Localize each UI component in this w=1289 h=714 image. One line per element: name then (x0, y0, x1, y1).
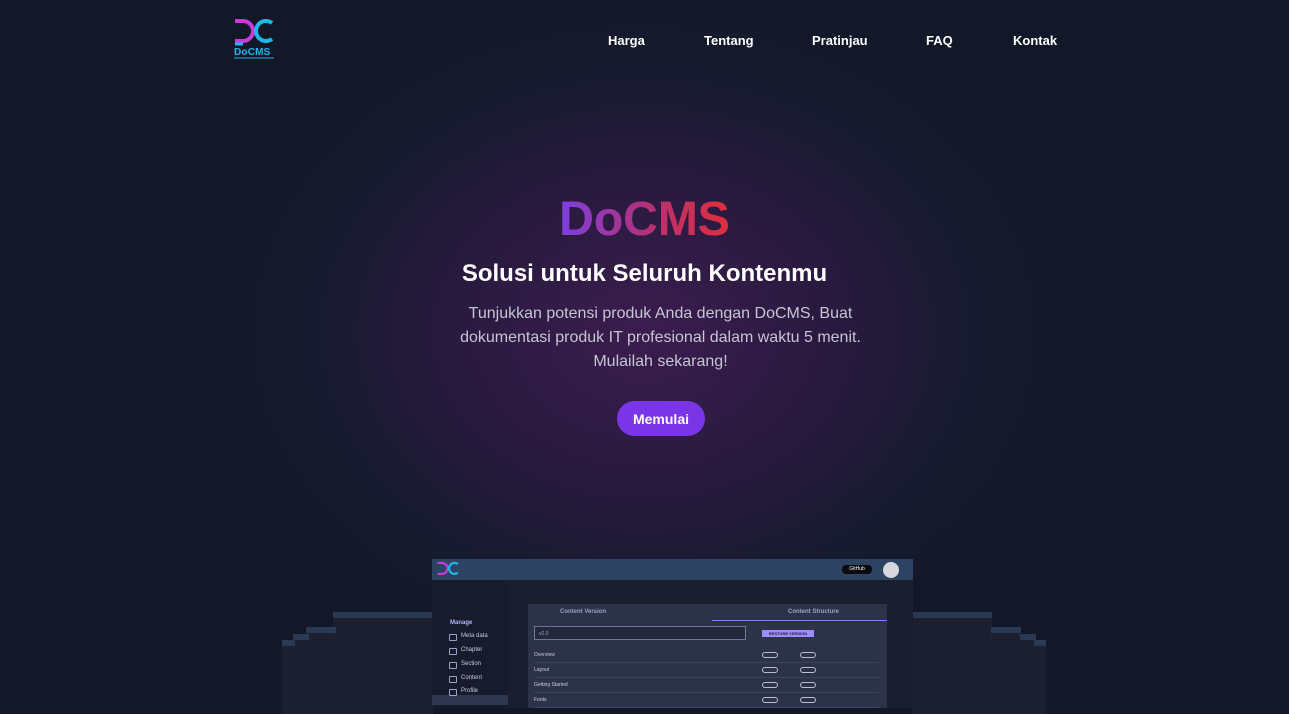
preview-row-action-icon (800, 697, 816, 703)
preview-row-label: Fonts (534, 697, 547, 703)
nav-link-tentang[interactable]: Tentang (704, 33, 754, 48)
app-preview-screenshot: GitHub Manage Meta data Chapter Section … (432, 559, 913, 708)
preview-mini-screen (912, 612, 992, 714)
preview-tab: Content Version (560, 609, 607, 615)
preview-row-label: Overview (534, 652, 555, 658)
nav-link-faq[interactable]: FAQ (926, 33, 953, 48)
preview-row-toggle-icon (762, 652, 778, 658)
preview-row-label: Layout (534, 667, 550, 673)
preview-main-panel: Content Version Content Structure v2.0 R… (528, 604, 887, 708)
preview-sidebar-item: Meta data (449, 633, 488, 641)
preview-sidebar-item: Profile (448, 688, 479, 696)
get-started-button[interactable]: Memulai (617, 401, 705, 436)
logo-tagline-bar (234, 57, 274, 59)
preview-topbar: GitHub (432, 559, 913, 580)
preview-row-action-icon (800, 667, 816, 673)
preview-row: Overview (534, 648, 879, 663)
preview-mini-screen (282, 640, 295, 714)
hero-title-text: DoCMS (559, 193, 730, 246)
preview-row-toggle-icon (762, 667, 778, 673)
preview-row: Getting Started (534, 678, 879, 693)
preview-mini-screen (293, 634, 309, 714)
preview-mini-screen (306, 627, 336, 714)
preview-sidebar-heading: Manage (450, 620, 473, 626)
preview-logo-icon (437, 561, 459, 575)
preview-sidebar-item-label: Section (461, 661, 482, 667)
preview-row: Fonts (534, 693, 879, 708)
preview-sidebar: Manage Meta data Chapter Section Content… (432, 580, 508, 708)
hero-title: DoCMS (0, 192, 1289, 247)
hero-subtitle: Solusi untuk Seluruh Kontenmu (461, 260, 828, 287)
preview-row-toggle-icon (762, 697, 778, 703)
nav-link-harga[interactable]: Harga (608, 33, 645, 48)
preview-row-action-icon (800, 652, 816, 658)
preview-row-toggle-icon (762, 682, 778, 688)
nav-link-kontak[interactable]: Kontak (1013, 33, 1057, 48)
preview-sidebar-item-label: Meta data (461, 633, 488, 639)
preview-version-input: v2.0 (534, 626, 746, 640)
preview-mini-screen (1034, 640, 1046, 714)
preview-mini-screen (333, 612, 433, 714)
preview-github-badge: GitHub (842, 565, 872, 574)
preview-row: Layout (534, 663, 879, 678)
preview-sidebar-item-label: Content (461, 675, 483, 681)
preview-tab-underline (712, 620, 887, 621)
preview-tab: Content Structure (788, 609, 839, 615)
preview-sidebar-item: Content (448, 675, 483, 683)
preview-sidebar-item-label: Profile (461, 688, 479, 694)
preview-sidebar-active-bar (432, 695, 508, 705)
preview-row-action-icon (800, 682, 816, 688)
preview-row-label: Getting Started (534, 682, 568, 688)
preview-mini-screen (991, 627, 1021, 714)
preview-restore-button: RESTORE VERSION (762, 630, 814, 637)
preview-sidebar-item: Section (448, 661, 482, 669)
preview-sidebar-item: Chapter (448, 647, 483, 655)
nav-link-pratinjau[interactable]: Pratinjau (812, 33, 868, 48)
preview-avatar (883, 562, 899, 578)
preview-sidebar-item-label: Chapter (461, 647, 483, 653)
main-nav: Harga Tentang Pratinjau FAQ Kontak (0, 33, 1289, 49)
hero-description: Tunjukkan potensi produk Anda dengan DoC… (460, 305, 861, 370)
